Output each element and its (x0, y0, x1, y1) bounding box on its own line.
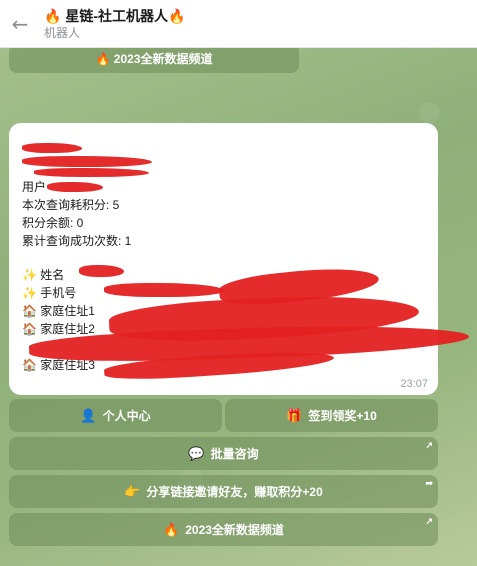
gift-icon: 🎁 (286, 407, 303, 423)
fire-icon: 🔥 (163, 521, 180, 537)
message-bubble: 用户 本次查询耗积分: 5 积分余额: 0 累计查询成功次数: 1 ✨ 姓名 ✨… (9, 123, 470, 395)
result-address-2-line: 🏠 家庭住址2 (22, 322, 95, 336)
result-name-line: ✨ 姓名 (22, 268, 65, 282)
profile-button[interactable]: 👤 个人中心 (9, 399, 222, 432)
message-time: 23:07 (400, 378, 428, 390)
pointing-hand-icon: 👉 (124, 483, 141, 499)
redaction-mark (104, 283, 224, 297)
user-line: 用户 (22, 180, 46, 194)
redaction-mark (34, 168, 149, 177)
share-arrow-icon: ➦ (425, 478, 433, 488)
data-channel-button[interactable]: 🔥 2023全新数据频道 ↗ (9, 513, 438, 546)
result-address-1-line: 🏠 家庭住址1 (22, 304, 95, 318)
share-invite-button[interactable]: 👉 分享链接邀请好友，赚取积分+20 ➦ (9, 475, 438, 508)
share-invite-label: 分享链接邀请好友，赚取积分+20 (146, 485, 323, 499)
redaction-mark (22, 143, 82, 153)
arrow-left-icon: ← (11, 11, 29, 36)
success-count-line: 累计查询成功次数: 1 (22, 234, 132, 248)
checkin-button[interactable]: 🎁 签到领奖+10 (225, 399, 438, 432)
chat-header: ← 🔥 星链-社工机器人🔥 机器人 (0, 0, 477, 48)
redaction-mark (79, 265, 124, 277)
profile-button-label: 个人中心 (102, 409, 151, 423)
chat-subtitle: 机器人 (44, 25, 81, 40)
balance-line: 积分余额: 0 (22, 216, 84, 230)
user-icon: 👤 (80, 407, 97, 423)
redaction-mark (47, 182, 103, 192)
external-link-icon: ↗ (425, 440, 433, 450)
chat-title: 🔥 星链-社工机器人🔥 (44, 7, 186, 24)
chat-title-block[interactable]: 🔥 星链-社工机器人🔥 机器人 (44, 7, 185, 41)
batch-consult-button[interactable]: 💬 批量咨询 ↗ (9, 437, 438, 470)
data-channel-label: 2023全新数据频道 (185, 523, 284, 537)
previous-channel-button[interactable]: 🔥 2023全新数据频道 (9, 44, 299, 73)
redaction-mark (22, 156, 152, 167)
external-link-icon: ↗ (425, 516, 433, 526)
result-phone-line: ✨ 手机号 (22, 286, 77, 300)
user-label: 用户 (22, 180, 47, 194)
cost-line: 本次查询耗积分: 5 (22, 198, 120, 212)
checkin-button-label: 签到领奖+10 (308, 409, 377, 423)
speech-bubble-icon: 💬 (188, 445, 205, 461)
batch-consult-label: 批量咨询 (210, 447, 259, 461)
previous-channel-label: 🔥 2023全新数据频道 (95, 52, 213, 66)
back-button[interactable]: ← (0, 0, 40, 48)
